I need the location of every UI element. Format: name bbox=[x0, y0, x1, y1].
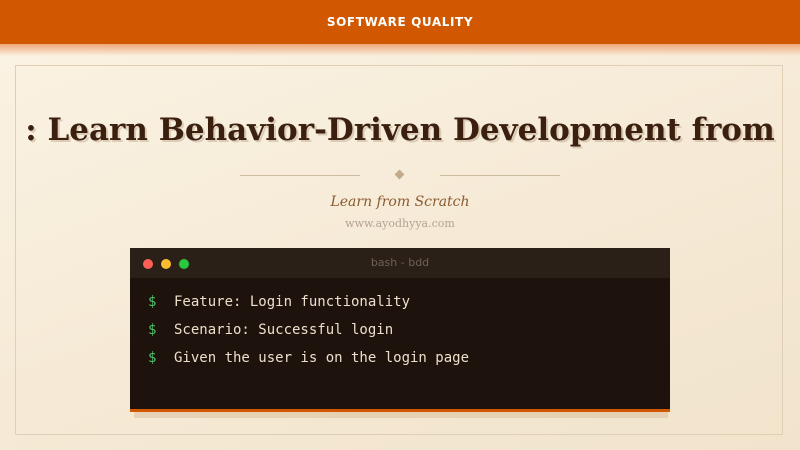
terminal-line: $ Feature: Login functionality bbox=[148, 288, 648, 316]
prompt-symbol: $ bbox=[148, 322, 157, 338]
banner-fade bbox=[0, 44, 800, 56]
terminal-titlebar: bash - bdd bbox=[130, 248, 670, 278]
terminal-command: Feature: Login functionality bbox=[174, 294, 411, 310]
terminal-line: $ Given the user is on the login page bbox=[148, 344, 648, 372]
page-title: : Learn Behavior-Driven Development from bbox=[25, 112, 775, 148]
top-banner: SOFTWARE QUALITY bbox=[0, 0, 800, 44]
terminal-body: $ Feature: Login functionality $ Scenario:… bbox=[148, 288, 648, 372]
terminal-window: bash - bdd $ Feature: Login functionality… bbox=[130, 248, 670, 412]
divider-left bbox=[240, 175, 360, 176]
divider-right bbox=[440, 175, 560, 176]
category-label: SOFTWARE QUALITY bbox=[326, 15, 474, 29]
subtitle: Learn from Scratch bbox=[330, 194, 470, 210]
prompt-symbol: $ bbox=[148, 350, 157, 366]
terminal-line: $ Scenario: Successful login bbox=[148, 316, 648, 344]
prompt-symbol: $ bbox=[148, 294, 157, 310]
terminal-command: Given the user is on the login page bbox=[174, 350, 470, 366]
headline-container: : Learn Behavior-Driven Development from bbox=[0, 108, 800, 154]
site-url: www.ayodhyya.com bbox=[345, 217, 455, 230]
terminal-title: bash - bdd bbox=[370, 256, 430, 269]
terminal-command: Scenario: Successful login bbox=[174, 322, 394, 338]
